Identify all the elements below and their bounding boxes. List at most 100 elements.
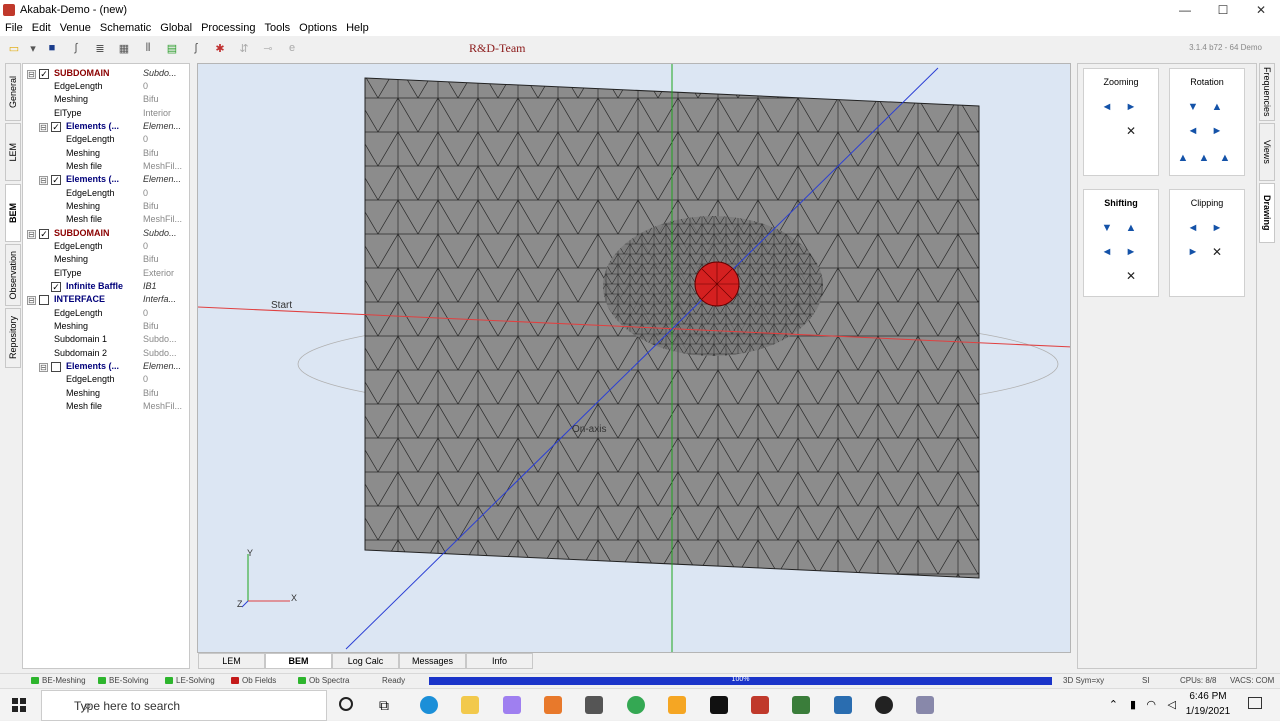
checkbox[interactable]: ✓ [51, 122, 61, 132]
tab-log-calc[interactable]: Log Calc [332, 653, 399, 669]
collapse-icon[interactable]: ⊟ [27, 296, 36, 305]
app-icon-gray[interactable] [916, 696, 934, 714]
tree-row[interactable]: Mesh file MeshFil... [23, 401, 189, 414]
menu-edit[interactable]: Edit [28, 22, 55, 34]
tree-row[interactable]: ✓ Infinite Baffle IB1 [23, 281, 189, 294]
windows-start-icon[interactable] [12, 698, 26, 712]
bar-chart-icon[interactable]: ⫴ [138, 39, 158, 57]
tree-row[interactable]: Subdomain 2 Subdo... [23, 348, 189, 361]
menu-tools[interactable]: Tools [260, 22, 294, 34]
tree-row[interactable]: ElType Exterior [23, 268, 189, 281]
tab-observation[interactable]: Observation [5, 244, 21, 306]
rotate-right-icon[interactable]: ► [1211, 125, 1223, 137]
app-icon-black[interactable] [710, 696, 728, 714]
clock-date[interactable]: 1/19/2021 [1180, 706, 1236, 717]
tree-row[interactable]: ⊟ INTERFACE Interfa... [23, 294, 189, 307]
collapse-icon[interactable]: ⊟ [27, 70, 36, 79]
exponent-icon[interactable]: e [282, 39, 302, 57]
checkbox[interactable]: ✓ [39, 69, 49, 79]
file-explorer-icon[interactable] [461, 696, 479, 714]
tab-frequencies[interactable]: Frequencies [1259, 63, 1275, 121]
edge-icon[interactable] [420, 696, 438, 714]
tab-messages[interactable]: Messages [399, 653, 466, 669]
tree-row[interactable]: EdgeLength 0 [23, 134, 189, 147]
checkbox[interactable] [51, 362, 61, 372]
tab-views[interactable]: Views [1259, 123, 1275, 181]
tab-drawing[interactable]: Drawing [1259, 183, 1275, 243]
tree-row[interactable]: Mesh file MeshFil... [23, 161, 189, 174]
wifi-icon[interactable]: ◠ [1146, 698, 1156, 711]
tree-row[interactable]: EdgeLength 0 [23, 308, 189, 321]
tab-repository[interactable]: Repository [5, 308, 21, 368]
tab-lem[interactable]: LEM [5, 123, 21, 181]
integral-icon[interactable]: ∫ [66, 39, 86, 57]
notifications-icon[interactable] [1248, 697, 1262, 709]
tree-row[interactable]: Meshing Bifu [23, 321, 189, 334]
color-map-icon[interactable]: ▤ [162, 39, 182, 57]
open-folder-icon[interactable]: ▭ [4, 39, 24, 57]
tree-row[interactable]: EdgeLength 0 [23, 241, 189, 254]
tree-row[interactable]: Meshing Bifu [23, 94, 189, 107]
tree-row[interactable]: ⊟ ✓ SUBDOMAIN Subdo... [23, 228, 189, 241]
menu-file[interactable]: File [1, 22, 27, 34]
maximize-button[interactable]: ☐ [1204, 0, 1242, 20]
mesh-viewport[interactable]: Start On-axis Y X Z [197, 63, 1071, 653]
shift-reset-icon[interactable]: ✕ [1125, 270, 1137, 282]
tree-row[interactable]: EdgeLength 0 [23, 81, 189, 94]
checkbox[interactable]: ✓ [51, 175, 61, 185]
clip-forward-icon[interactable]: ► [1211, 222, 1223, 234]
speaker-icon[interactable]: ◁ [1168, 698, 1176, 711]
shift-up-icon[interactable]: ▲ [1125, 222, 1137, 234]
app-icon-orange[interactable] [668, 696, 686, 714]
tree-row[interactable]: Meshing Bifu [23, 201, 189, 214]
rotate-y-icon[interactable]: ▲ [1198, 152, 1210, 164]
tree-row[interactable]: EdgeLength 0 [23, 188, 189, 201]
save-icon[interactable]: ■ [42, 39, 62, 57]
tab-lem-bottom[interactable]: LEM [198, 653, 265, 669]
menu-venue[interactable]: Venue [56, 22, 95, 34]
rotate-x-icon[interactable]: ▲ [1177, 152, 1189, 164]
collapse-icon[interactable]: ⊟ [39, 176, 48, 185]
rotate-down-icon[interactable]: ▼ [1187, 101, 1199, 113]
collapse-icon[interactable]: ⊟ [39, 363, 48, 372]
chevron-up-icon[interactable]: ⌃ [1109, 698, 1118, 711]
obs-icon[interactable] [875, 696, 893, 714]
mesh-canvas[interactable] [198, 64, 1071, 653]
tree-row[interactable]: EdgeLength 0 [23, 374, 189, 387]
tree-row[interactable]: Mesh file MeshFil... [23, 214, 189, 227]
list-icon[interactable]: ≣ [90, 39, 110, 57]
checkbox[interactable] [39, 295, 49, 305]
rotate-up-icon[interactable]: ▲ [1211, 101, 1223, 113]
tree-row[interactable]: ⊟ ✓ Elements (... Elemen... [23, 174, 189, 187]
office-icon[interactable] [544, 696, 562, 714]
menu-help[interactable]: Help [342, 22, 373, 34]
tab-bem-bottom[interactable]: BEM [265, 653, 332, 669]
tree-row[interactable]: ⊟ ✓ SUBDOMAIN Subdo... [23, 68, 189, 81]
collapse-icon[interactable]: ⊟ [27, 230, 36, 239]
tree-row[interactable]: ElType Interior [23, 108, 189, 121]
close-button[interactable]: ✕ [1242, 0, 1280, 20]
transfer-icon[interactable]: ⇵ [234, 39, 254, 57]
checkbox[interactable]: ✓ [51, 282, 61, 292]
zoom-in-icon[interactable]: ► [1125, 101, 1137, 113]
menu-schematic[interactable]: Schematic [96, 22, 155, 34]
rotate-left-icon[interactable]: ◄ [1187, 125, 1199, 137]
zoom-out-icon[interactable]: ◄ [1101, 101, 1113, 113]
rotate-z-icon[interactable]: ▲ [1219, 152, 1231, 164]
menu-global[interactable]: Global [156, 22, 196, 34]
checkbox[interactable]: ✓ [39, 229, 49, 239]
vacs-taskbar-icon[interactable] [792, 696, 810, 714]
tree-row[interactable]: ⊟ Elements (... Elemen... [23, 361, 189, 374]
calculator-icon[interactable] [585, 696, 603, 714]
tree-row[interactable]: Subdomain 1 Subdo... [23, 334, 189, 347]
tree-row[interactable]: Meshing Bifu [23, 388, 189, 401]
taskbar-search[interactable]: ⌕ Type here to search [41, 690, 327, 721]
clip-reset-icon[interactable]: ✕ [1211, 246, 1223, 258]
menu-processing[interactable]: Processing [197, 22, 259, 34]
tree-row[interactable]: Meshing Bifu [23, 254, 189, 267]
shift-down-icon[interactable]: ▼ [1101, 222, 1113, 234]
shift-left-icon[interactable]: ◄ [1101, 246, 1113, 258]
grid-icon[interactable]: ▦ [114, 39, 134, 57]
tree-row[interactable]: Meshing Bifu [23, 148, 189, 161]
clip-back-icon[interactable]: ◄ [1187, 222, 1199, 234]
